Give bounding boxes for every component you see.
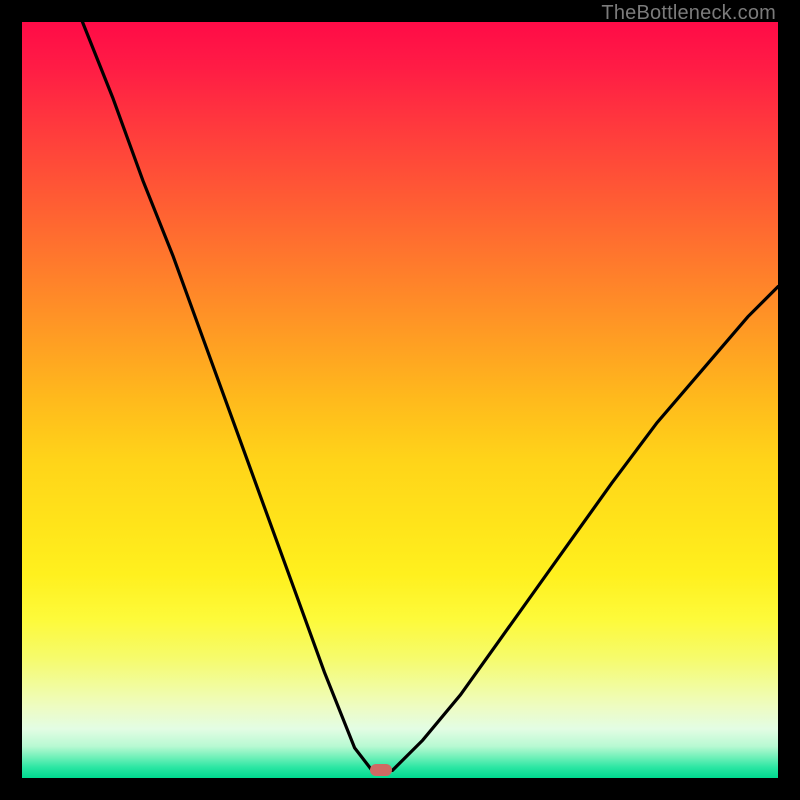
chart-frame: TheBottleneck.com — [0, 0, 800, 800]
optimum-marker — [370, 764, 392, 776]
curve-path — [83, 22, 779, 770]
bottleneck-curve — [22, 22, 778, 778]
plot-area — [22, 22, 778, 778]
